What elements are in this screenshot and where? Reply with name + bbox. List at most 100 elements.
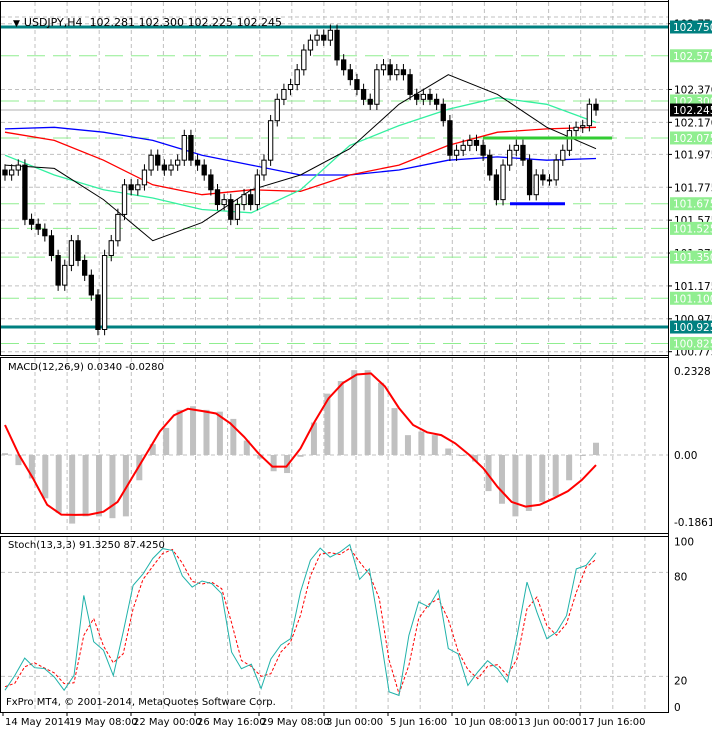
stoch-tick-label: 100 bbox=[674, 537, 694, 549]
candle-body bbox=[380, 64, 387, 71]
stoch-panel bbox=[0, 536, 669, 713]
candle-body bbox=[467, 139, 473, 146]
time-tick-label: 13 Jun 00:00 bbox=[518, 717, 582, 728]
candle-body bbox=[321, 34, 327, 41]
macd-histogram-bar bbox=[55, 455, 62, 513]
candle bbox=[128, 179, 134, 196]
macd-histogram-bar bbox=[404, 435, 411, 455]
candle-body bbox=[141, 169, 148, 186]
macd-histogram-bar bbox=[351, 370, 358, 455]
candle bbox=[181, 129, 187, 166]
candle bbox=[453, 144, 460, 161]
candle bbox=[194, 154, 201, 171]
stoch-main-line bbox=[4, 543, 597, 697]
candle bbox=[520, 139, 526, 166]
candle-body bbox=[367, 98, 373, 105]
candle bbox=[367, 93, 373, 111]
candle-body bbox=[101, 255, 108, 330]
candle bbox=[301, 44, 307, 76]
candle-body bbox=[15, 164, 21, 171]
macd-histogram-bar bbox=[42, 455, 49, 499]
macd-title: MACD(12,26,9) 0.0340 -0.0280 bbox=[8, 362, 164, 373]
candle bbox=[294, 63, 300, 91]
candle bbox=[68, 234, 75, 272]
candle bbox=[8, 164, 15, 181]
candle bbox=[334, 24, 340, 66]
candle-body bbox=[374, 69, 380, 105]
time-tick-label: 5 Jun 16:00 bbox=[390, 717, 447, 728]
candle bbox=[407, 68, 413, 101]
candle bbox=[553, 154, 559, 186]
stoch-tick-label: 80 bbox=[674, 571, 687, 583]
macd-signal-line bbox=[4, 372, 597, 516]
time-tick-label: 19 May 08:00 bbox=[69, 717, 138, 728]
candle-body bbox=[68, 240, 75, 266]
candle bbox=[75, 234, 81, 267]
candle-body bbox=[48, 235, 55, 257]
candle-body bbox=[493, 174, 500, 201]
candle bbox=[174, 154, 181, 171]
candle bbox=[513, 139, 519, 157]
candle-body bbox=[62, 264, 68, 286]
macd-tick-label: -0.1861 bbox=[674, 517, 712, 529]
candle-body bbox=[533, 174, 539, 196]
candle-body bbox=[148, 154, 154, 171]
macd-histogram-bar bbox=[163, 427, 170, 455]
candle-body bbox=[221, 199, 227, 206]
candle-body bbox=[228, 199, 234, 220]
candle bbox=[281, 83, 287, 106]
candle-body bbox=[28, 218, 35, 225]
candle bbox=[241, 188, 247, 211]
candle-body bbox=[42, 228, 48, 237]
candle bbox=[427, 88, 433, 106]
price-tick-label: 101.175 bbox=[674, 281, 712, 293]
candle bbox=[141, 164, 148, 191]
level-label-teal: 102.750 bbox=[673, 22, 712, 34]
candle bbox=[507, 144, 513, 171]
candle bbox=[55, 249, 61, 291]
candle bbox=[88, 269, 94, 301]
candle bbox=[387, 59, 393, 81]
candle-body bbox=[301, 49, 307, 71]
candle-body bbox=[55, 255, 61, 286]
candle bbox=[28, 213, 35, 231]
candle bbox=[414, 88, 420, 106]
candle bbox=[433, 93, 440, 111]
candle-body bbox=[507, 149, 513, 166]
candle-body bbox=[75, 240, 81, 261]
candle bbox=[168, 159, 174, 176]
level-label-green: 101.350 bbox=[673, 252, 712, 264]
time-tick-label: 3 Jun 00:00 bbox=[326, 717, 383, 728]
candle bbox=[307, 34, 314, 56]
time-tick-label: 22 May 00:00 bbox=[133, 717, 202, 728]
candle-body bbox=[540, 174, 546, 181]
candle-body bbox=[128, 184, 134, 191]
candle-body bbox=[586, 103, 593, 127]
macd-histogram-bar bbox=[69, 455, 76, 524]
candle bbox=[221, 193, 227, 211]
open-value: 102.281 bbox=[89, 16, 136, 29]
candle bbox=[374, 63, 380, 111]
candle bbox=[161, 159, 168, 176]
price-tick-label: 101.975 bbox=[674, 149, 712, 161]
macd-histogram-bar bbox=[297, 455, 304, 457]
symbol-label: USDJPY,H4 bbox=[23, 16, 83, 29]
candle bbox=[188, 129, 194, 166]
macd-histogram-bar bbox=[539, 455, 546, 502]
high-value: 102.300 bbox=[138, 16, 185, 29]
candle bbox=[560, 144, 566, 166]
candle bbox=[354, 73, 360, 96]
macd-tick-label: 0.00 bbox=[674, 450, 697, 462]
candle-body bbox=[573, 126, 579, 132]
candle bbox=[360, 83, 367, 106]
candle-body bbox=[155, 154, 161, 166]
candle-body bbox=[341, 59, 347, 71]
dropdown-triangle-icon[interactable]: ▼ bbox=[13, 19, 20, 29]
macd-histogram-bar bbox=[512, 455, 519, 517]
level-label-green: 101.525 bbox=[673, 223, 712, 235]
time-tick-label: 26 May 16:00 bbox=[197, 717, 266, 728]
current-price-label: 102.245 bbox=[673, 105, 712, 117]
low-value: 102.225 bbox=[187, 16, 234, 29]
level-label-teal: 100.925 bbox=[673, 322, 712, 334]
stoch-tick-label: 0 bbox=[674, 702, 681, 714]
